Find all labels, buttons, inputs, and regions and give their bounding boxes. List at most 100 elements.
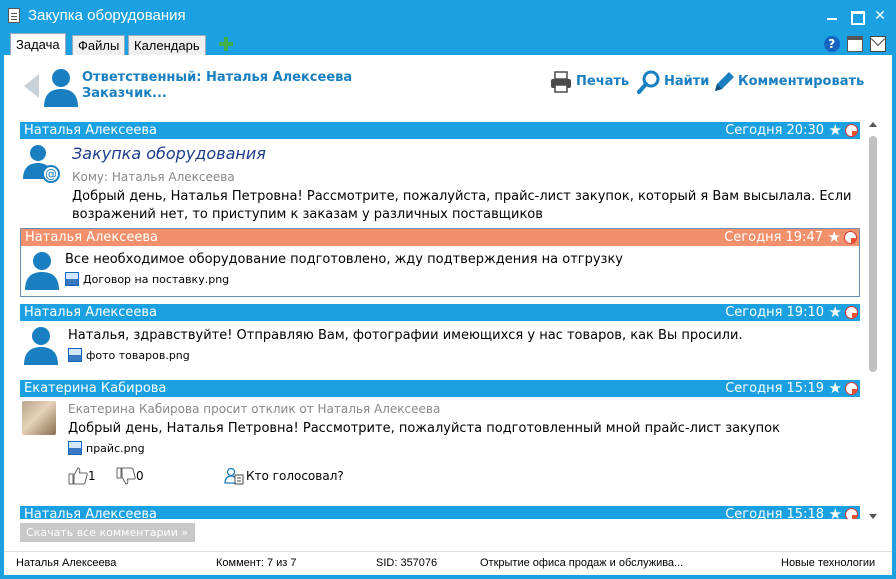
print-label: Печать <box>576 74 630 89</box>
pencil-icon <box>715 72 734 91</box>
tab-files[interactable]: Файлы <box>72 35 126 55</box>
scroll-up-icon[interactable] <box>869 122 877 127</box>
star-icon[interactable]: ★ <box>829 304 842 321</box>
help-icon[interactable]: ? <box>823 36 840 52</box>
thumb-up-icon <box>68 467 88 485</box>
minimize-button[interactable] <box>822 6 842 26</box>
printer-icon <box>551 71 571 93</box>
status-task[interactable]: Открытие офиса продаж и обслужива... <box>480 557 683 569</box>
comment-request: Екатерина Кабирова просит отклик от Ната… <box>68 402 441 416</box>
image-file-icon <box>68 348 82 362</box>
like-button[interactable]: 1 <box>68 467 96 485</box>
voters-icon <box>224 467 244 485</box>
window-title: Закупка оборудования <box>28 7 186 24</box>
progress-pie-icon <box>845 508 858 519</box>
comment-header: Наталья Алексеева Сегодня 19:10 ★ <box>20 304 860 321</box>
comment-header: Наталья Алексеева Сегодня 20:30 ★ <box>20 122 860 139</box>
comment-author: Екатерина Кабирова <box>24 381 167 396</box>
dislike-button[interactable]: 0 <box>116 467 144 485</box>
attachment-link[interactable]: Договор на поставку.png <box>65 272 229 288</box>
comment-text: Наталья, здравствуйте! Отправляю Вам, фо… <box>68 328 743 343</box>
comment-author: Наталья Алексеева <box>24 305 158 320</box>
maximize-button[interactable] <box>846 6 866 26</box>
comment-label: Комментировать <box>738 74 865 89</box>
svg-text:@: @ <box>45 167 57 181</box>
find-button[interactable]: Найти <box>636 69 709 95</box>
add-tab-icon[interactable] <box>218 36 234 52</box>
comment-text-line: Добрый день, Наталья Петровна! Рассмотри… <box>72 189 852 204</box>
comment-author: Наталья Алексеева <box>24 507 158 519</box>
responsible-label[interactable]: Ответственный: Наталья Алексеева <box>82 70 352 86</box>
comment-time: Сегодня 19:10 <box>725 305 824 320</box>
progress-pie-icon <box>844 231 857 244</box>
mail-icon[interactable] <box>870 36 886 52</box>
thumb-down-icon <box>116 467 136 485</box>
attachment-name: фото товаров.png <box>86 349 190 362</box>
attachment-link[interactable]: фото товаров.png <box>68 348 190 364</box>
progress-pie-icon <box>845 382 858 395</box>
comment-button[interactable]: Комментировать <box>710 69 896 95</box>
comment-recipient: Кому: Наталья Алексеева <box>72 170 235 184</box>
star-icon[interactable]: ★ <box>829 122 842 139</box>
comment-header: Наталья Алексеева Сегодня 19:47 ★ <box>21 229 859 246</box>
scroll-thumb[interactable] <box>869 136 877 372</box>
tab-calendar[interactable]: Календарь <box>128 35 206 55</box>
back-arrow-icon[interactable] <box>24 74 39 98</box>
comment-item: Екатерина Кабирова Сегодня 15:19 ★ Екате… <box>20 380 860 502</box>
progress-pie-icon <box>845 124 858 137</box>
person-icon <box>24 327 58 365</box>
attachment-name: прайс.png <box>86 442 145 455</box>
find-label: Найти <box>664 74 710 89</box>
scroll-down-icon[interactable] <box>869 514 877 519</box>
task-window: Задача Файлы Календарь ? Ответственный: … <box>4 33 892 575</box>
comment-time: Сегодня 15:19 <box>725 381 824 396</box>
download-all-button[interactable]: Скачать все комментарии » <box>20 523 195 542</box>
search-icon <box>637 70 660 94</box>
avatar <box>22 401 56 435</box>
comment-text-line: возражений нет, то приступим к заказам у… <box>72 207 543 222</box>
tab-task[interactable]: Задача <box>10 33 66 55</box>
close-button[interactable]: ✕ <box>870 6 890 26</box>
comment-item: Наталья Алексеева Сегодня 19:10 ★ Наталь… <box>20 304 860 374</box>
comments-feed[interactable]: Наталья Алексеева Сегодня 20:30 ★ @ Заку… <box>20 122 860 519</box>
like-count: 1 <box>88 469 96 483</box>
comment-text: Добрый день, Наталья Петровна! Рассмотри… <box>68 421 780 436</box>
tab-bar: Задача Файлы Календарь ? <box>4 33 892 55</box>
star-icon[interactable]: ★ <box>829 506 842 520</box>
comment-header: Наталья Алексеева Сегодня 15:18 ★ <box>20 506 860 519</box>
image-file-icon <box>65 272 79 286</box>
person-icon <box>44 69 78 107</box>
customer-label[interactable]: Заказчик... <box>82 86 352 102</box>
who-voted-label: Кто голосовал? <box>246 469 344 483</box>
star-icon[interactable]: ★ <box>829 380 842 397</box>
star-icon[interactable]: ★ <box>828 229 841 246</box>
feed-scrollbar[interactable] <box>866 122 880 519</box>
comment-author: Наталья Алексеева <box>25 230 159 245</box>
comment-author: Наталья Алексеева <box>24 123 158 138</box>
person-icon <box>25 252 59 290</box>
comment-time: Сегодня 20:30 <box>725 123 824 138</box>
comment-text: Все необходимое оборудование подготовлен… <box>65 252 624 267</box>
status-comment-count: Коммент: 7 из 7 <box>216 557 297 569</box>
comment-header: Екатерина Кабирова Сегодня 15:19 ★ <box>20 380 860 397</box>
comment-title: Закупка оборудования <box>72 144 266 163</box>
document-icon <box>8 8 20 23</box>
who-voted-link[interactable]: Кто голосовал? <box>222 467 344 485</box>
person-email-icon: @ <box>23 145 60 183</box>
comment-item: Наталья Алексеева Сегодня 15:18 ★ <box>20 506 860 519</box>
status-sid: SID: 357076 <box>376 557 438 569</box>
attachment-name: Договор на поставку.png <box>83 273 230 286</box>
print-button[interactable]: Печать <box>548 69 629 95</box>
attachment-link[interactable]: прайс.png <box>68 441 145 457</box>
task-people: Ответственный: Наталья Алексеева Заказчи… <box>82 70 352 102</box>
image-file-icon <box>68 441 82 455</box>
status-bar: Наталья Алексеева Коммент: 7 из 7 SID: 3… <box>4 551 892 575</box>
progress-pie-icon <box>845 306 858 319</box>
top-icons: ? <box>821 36 886 52</box>
comment-item: Наталья Алексеева Сегодня 19:47 ★ Все не… <box>20 228 860 297</box>
calendar-clock-icon[interactable] <box>846 36 863 52</box>
title-bar: Закупка оборудования ✕ <box>0 0 896 33</box>
dislike-count: 0 <box>136 469 144 483</box>
task-header: Ответственный: Наталья Алексеева Заказчи… <box>4 55 892 119</box>
comment-time: Сегодня 19:47 <box>724 230 823 245</box>
